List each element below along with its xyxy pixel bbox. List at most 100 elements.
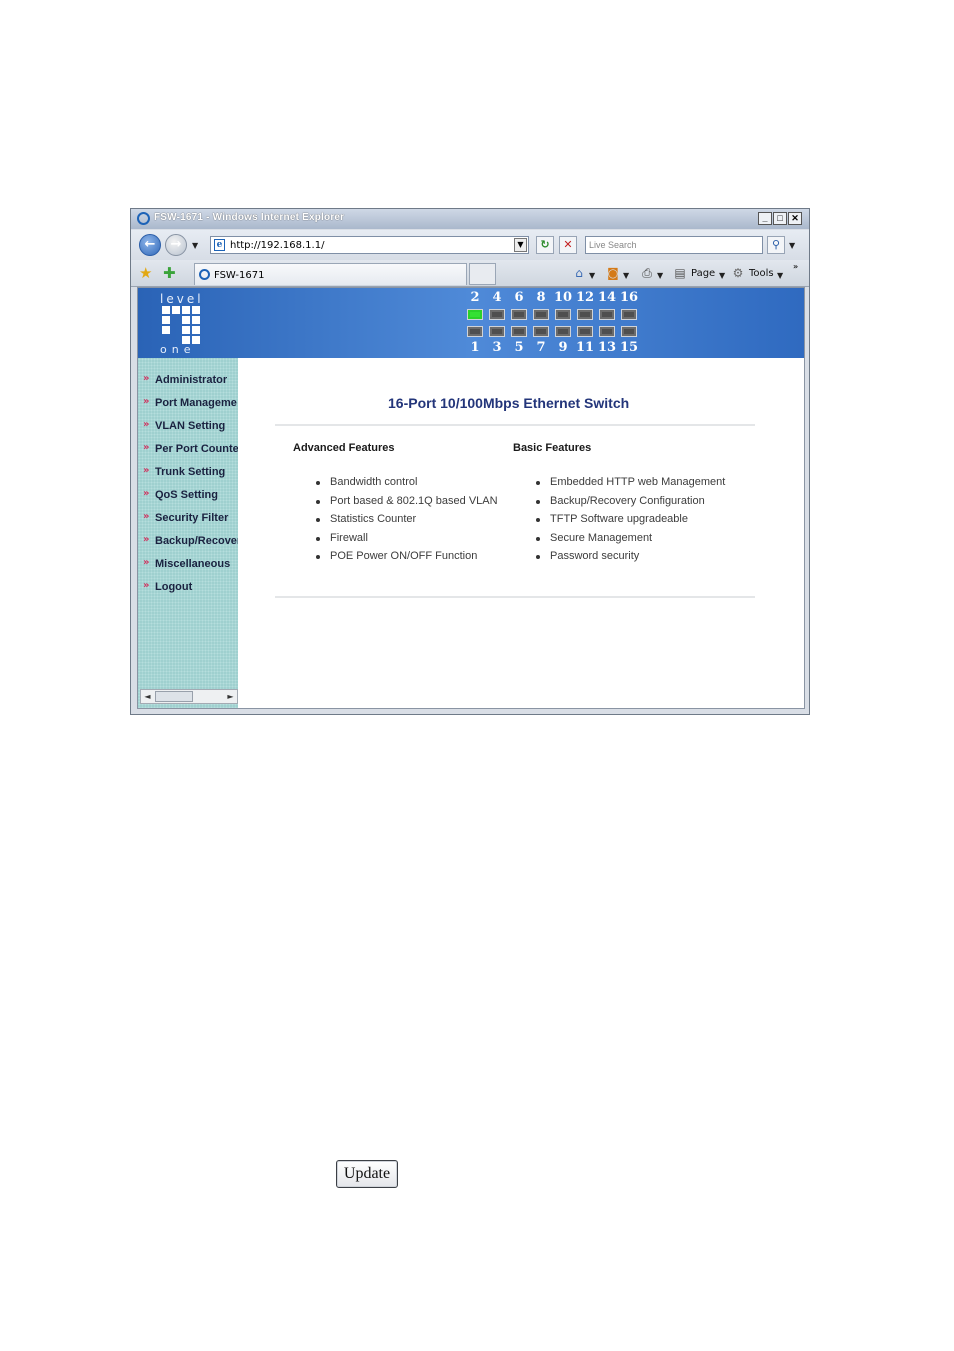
divider-top <box>275 424 755 426</box>
sidebar-item[interactable]: » Miscellaneous <box>143 555 238 573</box>
tools-gear-icon[interactable]: ⚙ <box>731 266 745 280</box>
arrow-icon: » <box>143 442 150 453</box>
address-field[interactable]: e http://192.168.1.1/ ▼ <box>210 236 529 254</box>
add-favorite-icon[interactable]: ✚ <box>163 264 176 282</box>
port-number-top: 16 <box>619 290 639 305</box>
port-number-top: 12 <box>575 290 595 305</box>
port-number-top: 4 <box>492 290 502 305</box>
port-number-top: 6 <box>514 290 524 305</box>
logo-text-bottom: one <box>160 343 196 356</box>
sidebar-item-label: VLAN Setting <box>155 420 226 432</box>
tools-menu[interactable]: Tools <box>749 268 774 279</box>
port-15-indicator[interactable] <box>621 326 637 337</box>
basic-features-heading: Basic Features <box>513 442 592 454</box>
port-9-indicator[interactable] <box>555 326 571 337</box>
sidebar-item-label: Trunk Setting <box>155 466 226 478</box>
port-2-indicator[interactable] <box>467 309 483 320</box>
sidebar-item[interactable]: » VLAN Setting <box>143 417 238 435</box>
tab-label: FSW-1671 <box>214 270 265 281</box>
page-menu[interactable]: Page <box>691 268 715 279</box>
address-url[interactable]: http://192.168.1.1/ <box>230 240 324 251</box>
switch-banner: level one 2 4 6 8 10 12 14 16 1 3 5 7 9 11 13 15 <box>138 288 804 358</box>
sidebar-item-label: QoS Setting <box>155 489 218 501</box>
port-7-indicator[interactable] <box>533 326 549 337</box>
sidebar-item[interactable]: » Per Port Counte <box>143 440 238 458</box>
port-number-bottom: 11 <box>575 340 595 355</box>
port-number-bottom: 5 <box>514 340 524 355</box>
refresh-icon[interactable]: ↻ <box>536 236 554 254</box>
port-number-top: 8 <box>536 290 546 305</box>
port-1-indicator[interactable] <box>467 326 483 337</box>
minimize-button[interactable]: _ <box>758 212 772 225</box>
sidebar-item[interactable]: » Security Filter <box>143 509 238 527</box>
close-button[interactable]: ✕ <box>788 212 802 225</box>
search-options-icon[interactable]: ▼ <box>789 241 795 250</box>
scroll-right-icon[interactable]: ► <box>225 691 236 702</box>
port-8-indicator[interactable] <box>533 309 549 320</box>
feeds-icon[interactable]: ◙ <box>606 266 620 280</box>
sidebar-item-label: Port Manageme <box>155 397 237 409</box>
sidebar-item[interactable]: » Administrator <box>143 371 238 389</box>
back-icon[interactable]: ← <box>139 234 161 256</box>
sidebar-item[interactable]: » QoS Setting <box>143 486 238 504</box>
print-icon[interactable]: ⎙ <box>640 266 654 280</box>
port-12-indicator[interactable] <box>577 309 593 320</box>
port-16-indicator[interactable] <box>621 309 637 320</box>
feature-item: Bandwidth control <box>316 476 498 495</box>
forward-icon[interactable]: → <box>165 234 187 256</box>
port-5-indicator[interactable] <box>511 326 527 337</box>
favorites-star-icon[interactable]: ★ <box>139 264 152 282</box>
arrow-icon: » <box>143 396 150 407</box>
port-11-indicator[interactable] <box>577 326 593 337</box>
arrow-icon: » <box>143 488 150 499</box>
address-dropdown-icon[interactable]: ▼ <box>514 238 527 252</box>
sidebar-item-label: Administrator <box>155 374 228 386</box>
stop-icon[interactable]: ✕ <box>559 236 577 254</box>
port-14-indicator[interactable] <box>599 309 615 320</box>
port-3-indicator[interactable] <box>489 326 505 337</box>
sidebar-scrollbar[interactable]: ◄ ► <box>140 689 238 704</box>
tab-toolbar: ★ ✚ FSW-1671 ⌂ ▼ ◙ ▼ ⎙ ▼ ▤ Page ▼ ⚙ Tool… <box>131 260 809 287</box>
arrow-icon: » <box>143 534 150 545</box>
advanced-features-heading: Advanced Features <box>293 442 395 454</box>
print-dropdown-icon[interactable]: ▼ <box>657 271 663 280</box>
divider-bottom <box>275 596 755 598</box>
port-6-indicator[interactable] <box>511 309 527 320</box>
new-tab-button[interactable] <box>469 263 496 285</box>
scroll-left-icon[interactable]: ◄ <box>142 691 153 702</box>
sidebar-item-label: Logout <box>155 581 193 593</box>
sidebar-item[interactable]: » Port Manageme <box>143 394 238 412</box>
tab-current[interactable]: FSW-1671 <box>194 263 467 285</box>
arrow-icon: » <box>143 373 150 384</box>
scroll-thumb[interactable] <box>155 691 193 702</box>
home-icon[interactable]: ⌂ <box>572 266 586 280</box>
sidebar-item-label: Backup/Recover <box>155 535 238 547</box>
feeds-dropdown-icon[interactable]: ▼ <box>623 271 629 280</box>
tools-dropdown-icon[interactable]: ▼ <box>777 271 783 280</box>
sidebar-item[interactable]: » Backup/Recover <box>143 532 238 550</box>
port-number-bottom: 9 <box>558 340 568 355</box>
search-icon[interactable]: ⚲ <box>767 236 785 254</box>
ie-logo-icon <box>137 212 150 225</box>
home-dropdown-icon[interactable]: ▼ <box>589 271 595 280</box>
sidebar-menu: » Administrator » Port Manageme » VLAN Settin… <box>138 358 238 708</box>
port-number-top: 2 <box>470 290 480 305</box>
maximize-button[interactable]: □ <box>773 212 787 225</box>
port-number-bottom: 7 <box>536 340 546 355</box>
feature-item: TFTP Software upgradeable <box>536 513 725 532</box>
page-menu-icon[interactable]: ▤ <box>673 266 687 280</box>
port-13-indicator[interactable] <box>599 326 615 337</box>
history-dropdown-icon[interactable]: ▼ <box>192 241 198 250</box>
port-10-indicator[interactable] <box>555 309 571 320</box>
search-input[interactable]: Live Search <box>585 236 763 254</box>
page-dropdown-icon[interactable]: ▼ <box>719 271 725 280</box>
page-icon: e <box>214 239 225 251</box>
sidebar-item[interactable]: » Logout <box>143 578 238 596</box>
tab-ie-icon <box>199 269 210 280</box>
port-number-bottom: 13 <box>597 340 617 355</box>
port-4-indicator[interactable] <box>489 309 505 320</box>
update-button[interactable]: Update <box>336 1160 398 1188</box>
chevron-more-icon[interactable]: » <box>793 262 798 271</box>
feature-item: POE Power ON/OFF Function <box>316 550 498 569</box>
sidebar-item[interactable]: » Trunk Setting <box>143 463 238 481</box>
